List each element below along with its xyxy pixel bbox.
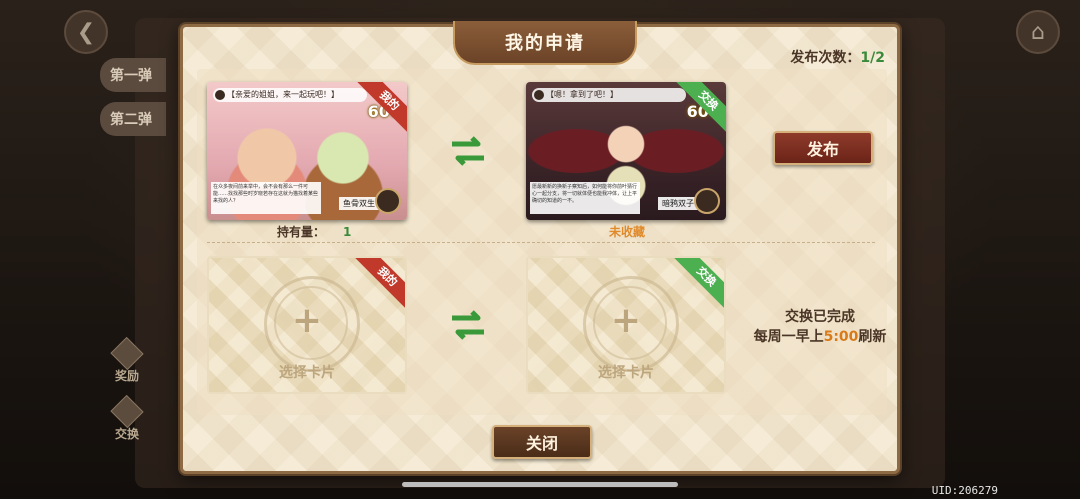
target-card-slot[interactable]: + 选择卡片 交换 bbox=[526, 256, 726, 394]
publish-count-value: 1/2 bbox=[860, 50, 885, 66]
exchange-complete-message: 交换已完成 每周一早上5:00刷新 bbox=[735, 307, 905, 347]
card-name: 鱼骨双生 bbox=[339, 197, 379, 210]
exchange-icon bbox=[110, 394, 144, 429]
row-divider bbox=[207, 242, 875, 243]
card-emblem-icon bbox=[694, 188, 720, 214]
holding-count-label: 持有量： bbox=[277, 225, 326, 239]
side-tab-label: 第二弹 bbox=[110, 112, 152, 128]
card-title: 【亲爱的姐姐，来一起玩吧！】 bbox=[227, 90, 339, 99]
card-title-icon bbox=[215, 90, 225, 100]
swap-arrows-icon bbox=[452, 310, 484, 340]
select-card-label: 选择卡片 bbox=[279, 365, 335, 381]
side-tab-label: 第一弹 bbox=[110, 68, 152, 84]
card-title-bar: 【嗯！拿到了吧！】 bbox=[532, 88, 686, 102]
exchange-badge[interactable]: 交换 bbox=[106, 394, 148, 442]
home-indicator[interactable] bbox=[402, 482, 678, 487]
my-card[interactable]: 【亲爱的姐姐，来一起玩吧！】 600 在众多夜间前来举中，会不会有那么一件可能…… bbox=[207, 82, 407, 220]
card-description: 在众多夜间前来举中，会不会有那么一件可能……找找那些时岁晓若存在这就为猫找着某些… bbox=[211, 182, 321, 214]
holding-count-value: 1 bbox=[343, 225, 352, 239]
card-title-bar: 【亲爱的姐姐，来一起玩吧！】 bbox=[213, 88, 367, 102]
publish-count: 发布次数：1/2 bbox=[790, 47, 885, 67]
card-name: 暗鸦双子 bbox=[658, 197, 698, 210]
collection-status: 未收藏 bbox=[609, 225, 646, 239]
back-arrow-icon: ❮ bbox=[76, 19, 96, 45]
card-title-icon bbox=[534, 90, 544, 100]
card-description: 愿最新新的换新子察知后，如何能将你前叶猜行心一起分支，将一切就体便也能我冲体，让… bbox=[530, 182, 640, 214]
home-icon: ⌂ bbox=[1031, 19, 1045, 45]
swap-arrows-icon bbox=[452, 136, 484, 166]
publish-button[interactable]: 发布 bbox=[773, 131, 873, 165]
plus-icon: + bbox=[610, 300, 642, 341]
reward-icon bbox=[110, 336, 144, 371]
refresh-time: 5:00 bbox=[823, 329, 859, 345]
my-application-dialog: 我的申请 发布次数：1/2 【亲爱的姐姐，来一起玩吧！】 600 在众多夜间前来… bbox=[180, 21, 900, 474]
exchange-complete-text: 交换已完成 bbox=[785, 309, 855, 325]
card-emblem-icon bbox=[375, 188, 401, 214]
home-button[interactable]: ⌂ bbox=[1016, 10, 1060, 54]
uid-label: UID:206279 bbox=[931, 484, 998, 497]
refresh-prefix: 每周一早上 bbox=[753, 329, 824, 345]
target-card[interactable]: 【嗯！拿到了吧！】 600 愿最新新的换新子察知后，如何能将你前叶猜行心一起分支… bbox=[526, 82, 726, 220]
my-card-slot[interactable]: + 选择卡片 我的 bbox=[207, 256, 407, 394]
refresh-time-text: 每周一早上5:00刷新 bbox=[735, 327, 905, 347]
dialog-title: 我的申请 bbox=[453, 21, 637, 65]
holding-count: 持有量： 1 bbox=[277, 223, 351, 240]
reward-badge[interactable]: 奖励 bbox=[106, 336, 148, 384]
card-title: 【嗯！拿到了吧！】 bbox=[546, 90, 618, 99]
close-button[interactable]: 关闭 bbox=[492, 425, 592, 459]
refresh-suffix: 刷新 bbox=[858, 329, 887, 345]
side-tab-first[interactable]: 第一弹 bbox=[100, 58, 166, 92]
back-button[interactable]: ❮ bbox=[64, 10, 108, 54]
publish-count-label: 发布次数： bbox=[790, 50, 861, 66]
side-tab-second[interactable]: 第二弹 bbox=[100, 102, 166, 136]
select-card-label: 选择卡片 bbox=[598, 365, 654, 381]
plus-icon: + bbox=[291, 300, 323, 341]
